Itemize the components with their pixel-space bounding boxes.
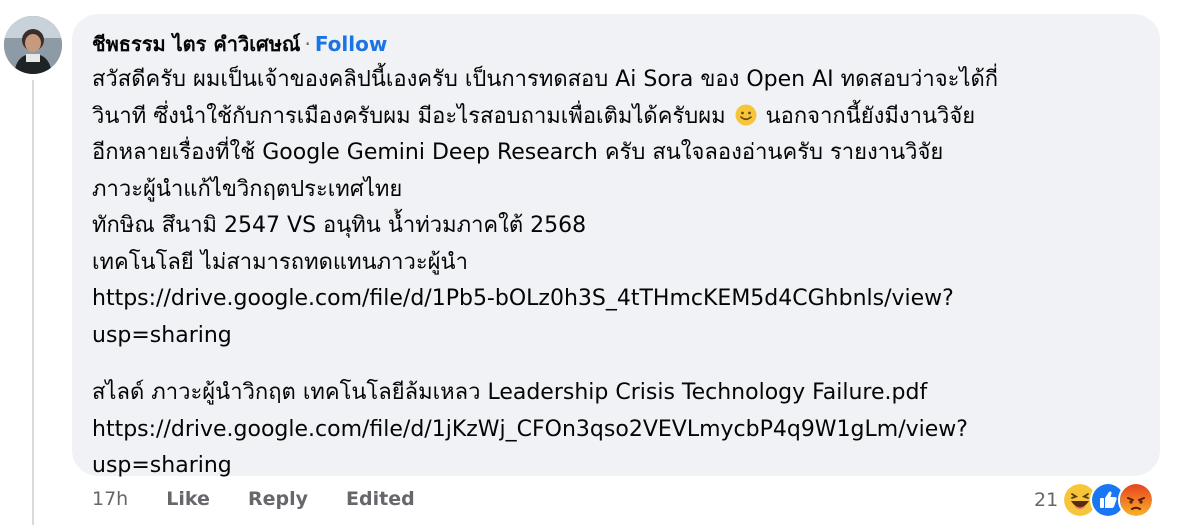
comment-header: ชีพธรรม ไตร คำวิเศษณ์ · Follow xyxy=(92,31,1140,57)
timestamp[interactable]: 17h xyxy=(92,488,128,510)
angry-reaction-icon xyxy=(1118,482,1155,518)
smiling-face-icon xyxy=(735,102,757,125)
comment-actions: 17h Like Reply Edited xyxy=(92,488,447,510)
reply-button[interactable]: Reply xyxy=(248,488,308,510)
avatar-photo-icon xyxy=(4,16,62,74)
comment-container: ชีพธรรม ไตร คำวิเศษณ์ · Follow สวัสดีครับ … xyxy=(0,0,1200,525)
edited-label[interactable]: Edited xyxy=(346,488,415,510)
thread-line xyxy=(32,80,34,525)
text-segment: นอกจากนี้ยังมีงานวิจัย xyxy=(765,103,976,129)
link-line[interactable]: https://drive.google.com/file/d/1Pb5-bOL… xyxy=(92,281,1140,318)
text-line: สวัสดีครับ ผมเป็นเจ้าของคลิปนี้เองครับ เ… xyxy=(92,67,999,92)
text-line: เทคโนโลยี ไม่สามารถทดแทนภาวะผู้นำ xyxy=(92,249,468,275)
author-name[interactable]: ชีพธรรม ไตร คำวิเศษณ์ xyxy=(92,32,300,56)
text-segment: วินาที ซึ่งนำใช้กับการเมืองครับผม มีอะไร… xyxy=(92,103,726,129)
text-line: ทักษิณ สึนามิ 2547 VS อนุทิน น้ำท่วมภาคใ… xyxy=(92,213,587,238)
reaction-count: 21 xyxy=(1034,489,1059,511)
link-line[interactable]: usp=sharing xyxy=(92,318,1140,355)
link-line[interactable]: https://drive.google.com/file/d/1jKzWj_C… xyxy=(92,412,1140,449)
comment-text: สวัสดีครับ ผมเป็นเจ้าของคลิปนี้เองครับ เ… xyxy=(92,62,1140,485)
text-line: ภาวะผู้นำแก้ไขวิกฤตประเทศไทย xyxy=(92,176,403,202)
text-line: อีกหลายเรื่องที่ใช้ Google Gemini Deep R… xyxy=(92,140,944,165)
text-line: วินาที ซึ่งนำใช้กับการเมืองครับผม มีอะไร… xyxy=(92,99,1140,136)
separator: · xyxy=(304,32,311,56)
avatar[interactable] xyxy=(4,16,62,74)
link-line[interactable]: usp=sharing xyxy=(92,448,1140,485)
text-line: สไลด์ ภาวะผู้นำวิกฤต เทคโนโลยีล้มเหลว Le… xyxy=(92,380,928,405)
comment-bubble: ชีพธรรม ไตร คำวิเศษณ์ · Follow สวัสดีครับ … xyxy=(72,14,1160,478)
follow-button[interactable]: Follow xyxy=(315,32,388,56)
reaction-summary[interactable]: 21 xyxy=(1034,482,1155,518)
like-button[interactable]: Like xyxy=(166,488,210,510)
